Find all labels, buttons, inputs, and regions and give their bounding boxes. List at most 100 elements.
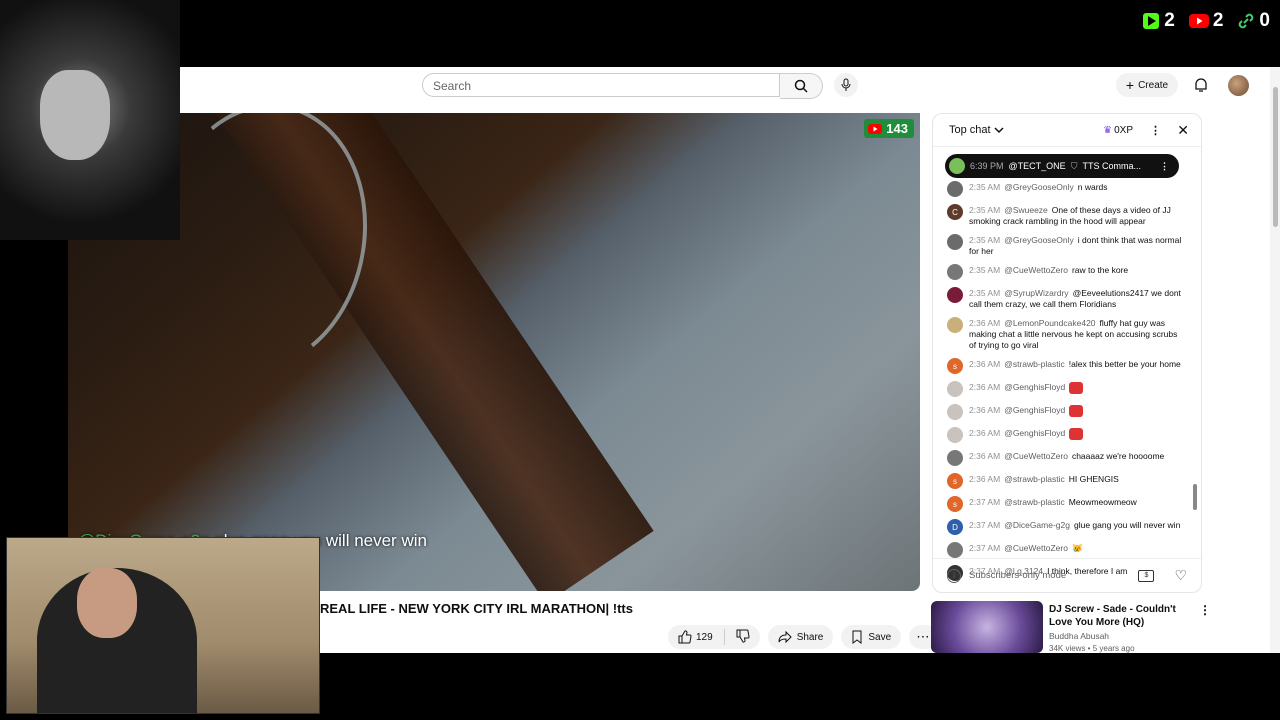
pinned-message[interactable]: 6:39 PM @TECT_ONE ⛉ TTS Comma... ⋮ bbox=[945, 154, 1179, 178]
like-button[interactable]: 129 bbox=[678, 630, 713, 644]
chat-message-body: 2:35 AM @GreyGooseOnly n wards bbox=[969, 182, 1108, 197]
recommended-menu-icon[interactable]: ⋮ bbox=[1199, 603, 1211, 617]
live-chat: Top chat ♛ 0XP ⋮ ✕ 6:39 PM @TECT_ONE ⛉ T… bbox=[932, 113, 1202, 593]
chat-avatar[interactable]: s bbox=[947, 358, 963, 374]
chat-message[interactable]: 2:35 AM @GreyGooseOnly i dont think that w… bbox=[947, 234, 1183, 257]
chat-avatar[interactable] bbox=[947, 181, 963, 197]
chat-message[interactable]: C 2:35 AM @Swueeze One of these days a vide… bbox=[947, 204, 1183, 227]
recommended-video[interactable]: DJ Screw - Sade - Couldn't Love You More… bbox=[931, 601, 1211, 653]
chat-username[interactable]: @LemonPoundcake420 bbox=[1004, 318, 1095, 328]
chat-avatar[interactable] bbox=[947, 264, 963, 280]
live-viewer-badge: 143 bbox=[864, 119, 914, 138]
chat-message[interactable]: D 2:37 AM @DiceGame-g2g glue gang you will … bbox=[947, 519, 1183, 535]
video-thumbnail[interactable] bbox=[931, 601, 1043, 653]
scroll-thumb[interactable] bbox=[1273, 87, 1278, 227]
plus-icon: + bbox=[1125, 77, 1135, 93]
chat-timestamp: 2:37 AM bbox=[969, 497, 1001, 507]
chat-message[interactable]: 2:36 AM @CueWettoZero chaaaaz we're hoooom… bbox=[947, 450, 1183, 466]
chat-messages: 2:35 AM @GreyGooseOnly n wards C 2:35 AM @Swu… bbox=[947, 181, 1183, 589]
chat-avatar[interactable] bbox=[947, 317, 963, 333]
chat-avatar[interactable] bbox=[947, 234, 963, 250]
chat-message[interactable]: s 2:37 AM @strawb-plastic Meowmeowmeow bbox=[947, 496, 1183, 512]
chat-message[interactable]: s 2:36 AM @strawb-plastic HI GHENGIS bbox=[947, 473, 1183, 489]
chat-username[interactable]: @CueWettoZero bbox=[1004, 543, 1068, 553]
chat-timestamp: 2:37 AM bbox=[969, 543, 1001, 553]
chat-username[interactable]: @DiceGame-g2g bbox=[1004, 520, 1070, 530]
chat-text: @Eeveelutions2417 we dont call them craz… bbox=[969, 288, 1181, 309]
search-button[interactable] bbox=[780, 73, 823, 99]
chat-message-body: 2:36 AM @strawb-plastic !alex this better … bbox=[969, 359, 1181, 374]
chat-avatar[interactable] bbox=[947, 450, 963, 466]
bell-icon bbox=[1195, 78, 1207, 92]
chat-username[interactable]: @Swueeze bbox=[1004, 205, 1048, 215]
chat-username[interactable]: @strawb-plastic bbox=[1004, 497, 1065, 507]
chat-menu-button[interactable]: ⋮ bbox=[1150, 124, 1161, 137]
chat-username[interactable]: @CueWettoZero bbox=[1004, 265, 1068, 275]
chat-scrollbar[interactable] bbox=[1193, 484, 1197, 510]
recommended-channel[interactable]: Buddha Abusah bbox=[1049, 631, 1109, 641]
chat-text: raw to the kore bbox=[1071, 265, 1129, 275]
chat-message[interactable]: 2:36 AM @GenghisFloyd bbox=[947, 381, 1183, 397]
chat-message[interactable]: 2:35 AM @SyrupWizardry @Eeveelutions2417 w… bbox=[947, 287, 1183, 310]
chat-avatar[interactable]: s bbox=[947, 473, 963, 489]
voice-search-button[interactable] bbox=[834, 73, 858, 97]
notifications-button[interactable] bbox=[1191, 75, 1211, 95]
webcam-top-left bbox=[0, 0, 180, 240]
chat-message[interactable]: 2:35 AM @CueWettoZero raw to the kore bbox=[947, 264, 1183, 280]
share-button[interactable]: Share bbox=[767, 625, 834, 649]
heart-icon[interactable]: ♡ bbox=[1174, 567, 1187, 584]
close-chat-button[interactable]: ✕ bbox=[1177, 122, 1189, 139]
chat-mode-label: Top chat bbox=[949, 124, 991, 136]
chat-username[interactable]: @strawb-plastic bbox=[1004, 474, 1065, 484]
create-label: Create bbox=[1138, 79, 1169, 91]
chat-message[interactable]: 2:36 AM @GenghisFloyd bbox=[947, 404, 1183, 420]
video-player[interactable]: 143 @DiceGame-g2g glue gang you will nev… bbox=[68, 113, 920, 591]
chat-message-body: 2:36 AM @GenghisFloyd bbox=[969, 428, 1084, 443]
recommended-title[interactable]: DJ Screw - Sade - Couldn't Love You More… bbox=[1049, 603, 1199, 629]
avatar[interactable] bbox=[1228, 75, 1249, 96]
chat-text: glue gang you will never win bbox=[1073, 520, 1181, 530]
webcam-head bbox=[77, 568, 137, 638]
chat-message[interactable]: 2:36 AM @LemonPoundcake420 fluffy hat guy … bbox=[947, 317, 1183, 351]
pinned-menu-icon[interactable]: ⋮ bbox=[1160, 161, 1169, 172]
chat-message[interactable]: s 2:36 AM @strawb-plastic !alex this better… bbox=[947, 358, 1183, 374]
create-button[interactable]: + Create bbox=[1116, 73, 1178, 97]
chat-username[interactable]: @GreyGooseOnly bbox=[1004, 235, 1074, 245]
chat-username[interactable]: @SyrupWizardry bbox=[1004, 288, 1068, 298]
chat-timestamp: 2:35 AM bbox=[969, 288, 1001, 298]
chat-username[interactable]: @GreyGooseOnly bbox=[1004, 182, 1074, 192]
xp-badge[interactable]: ♛ 0XP bbox=[1103, 125, 1133, 136]
chat-avatar[interactable] bbox=[947, 381, 963, 397]
thumbs-up-icon bbox=[678, 630, 692, 644]
close-icon: ✕ bbox=[1177, 121, 1189, 138]
chat-username[interactable]: @GenghisFloyd bbox=[1004, 428, 1065, 438]
chat-message[interactable]: 2:37 AM @CueWettoZero 😿 bbox=[947, 542, 1183, 558]
chat-message[interactable]: 2:36 AM @GenghisFloyd bbox=[947, 427, 1183, 443]
chat-username[interactable]: @GenghisFloyd bbox=[1004, 382, 1065, 392]
chat-avatar[interactable] bbox=[947, 542, 963, 558]
youtube-icon bbox=[1188, 14, 1209, 28]
viewer-count: 143 bbox=[886, 121, 908, 136]
chat-avatar[interactable]: D bbox=[947, 519, 963, 535]
chat-username[interactable]: @GenghisFloyd bbox=[1004, 405, 1065, 415]
dislike-button[interactable] bbox=[736, 629, 750, 646]
save-button[interactable]: Save bbox=[841, 625, 902, 649]
chat-message[interactable]: 2:35 AM @GreyGooseOnly n wards bbox=[947, 181, 1183, 197]
chat-avatar[interactable] bbox=[947, 404, 963, 420]
info-icon[interactable]: i bbox=[947, 568, 961, 583]
emote-icon bbox=[1069, 405, 1084, 417]
page-scrollbar[interactable] bbox=[1270, 67, 1280, 653]
super-chat-icon[interactable]: $ bbox=[1138, 569, 1155, 582]
chat-username[interactable]: @strawb-plastic bbox=[1004, 359, 1065, 369]
chat-username[interactable]: @CueWettoZero bbox=[1004, 451, 1068, 461]
chat-mode-dropdown[interactable]: Top chat bbox=[949, 124, 1004, 136]
chat-message-body: 2:36 AM @CueWettoZero chaaaaz we're hoooom… bbox=[969, 451, 1164, 466]
chat-avatar[interactable] bbox=[947, 287, 963, 303]
chat-text: 😿 bbox=[1071, 543, 1083, 553]
search-input[interactable]: Search bbox=[422, 73, 780, 97]
chat-avatar[interactable] bbox=[947, 427, 963, 443]
chat-avatar[interactable]: s bbox=[947, 496, 963, 512]
pinned-time: 6:39 PM bbox=[970, 161, 1004, 171]
like-dislike-group: 129 bbox=[668, 625, 760, 649]
chat-avatar[interactable]: C bbox=[947, 204, 963, 220]
